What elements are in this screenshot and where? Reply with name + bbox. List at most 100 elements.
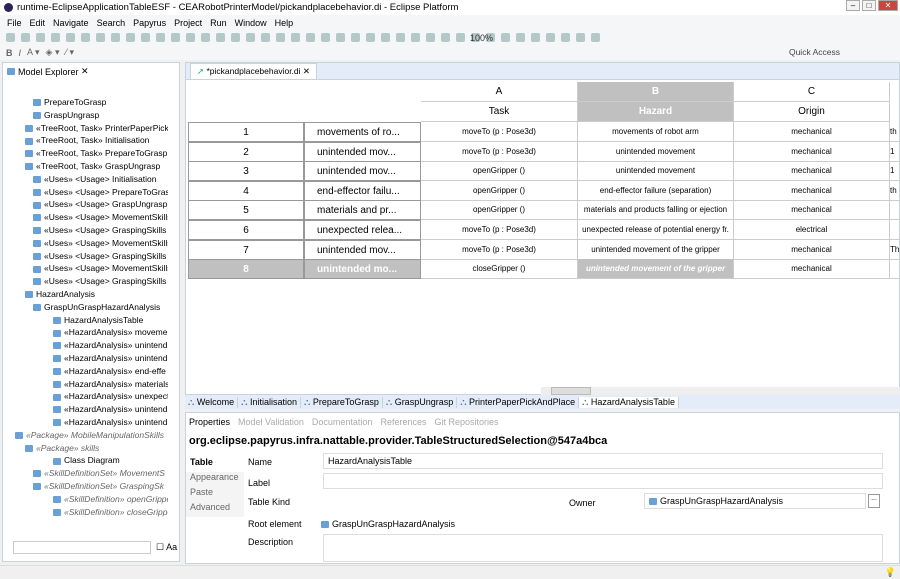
toolbar-button-icon[interactable] [201,33,210,42]
toolbar-button-icon[interactable] [126,33,135,42]
tree-item[interactable]: «HazardAnalysis» unintend [3,403,168,416]
menu-navigate[interactable]: Navigate [53,18,89,28]
tree-item[interactable]: «SkillDefinition» openGrippe [3,493,168,506]
cell-d[interactable]: 1 [890,142,900,162]
row-number[interactable]: 2 [188,141,304,162]
cell-hazard[interactable]: materials and products falling or ejecti… [578,200,734,221]
row-label[interactable]: unintended mov... [304,141,421,162]
cell-task[interactable]: moveTo (p : Pose3d) [421,122,578,142]
editor-tab-preparetograsp[interactable]: ⛬ PrepareToGrasp [301,396,383,408]
owner-field[interactable]: GraspUnGraspHazardAnalysis [644,493,866,509]
row-label[interactable]: unintended mov... [304,239,421,260]
toolbar-button-icon[interactable] [216,33,225,42]
zoom-combo[interactable]: 100% [470,33,493,43]
toolbar-button-icon[interactable] [66,33,75,42]
tree-item[interactable]: «HazardAnalysis» unintend [3,339,168,352]
toolbar-button-icon[interactable] [501,33,510,42]
bold-button[interactable]: B [6,48,13,58]
cell-d[interactable] [890,259,900,280]
toolbar-button-icon[interactable] [291,33,300,42]
tree-item[interactable]: «Uses» <Usage> MovementSkills [3,262,168,275]
toolbar-button-icon[interactable] [366,33,375,42]
toolbar-button-icon[interactable] [81,33,90,42]
toolbar-button-icon[interactable] [531,33,540,42]
toolbar-button-icon[interactable] [171,33,180,42]
editor-tab-hazardanalysistable[interactable]: ⛬ HazardAnalysisTable [579,396,679,408]
tree-item[interactable]: GraspUnGraspHazardAnalysis [3,301,168,314]
toolbar-button-icon[interactable] [141,33,150,42]
tree-item[interactable]: HazardAnalysis [3,288,168,301]
toolbar-button-icon[interactable] [111,33,120,42]
tree-item[interactable]: «HazardAnalysis» end-effe [3,365,168,378]
case-sensitive-checkbox[interactable]: ☐ Aa [156,542,177,553]
row-number[interactable]: 8 [188,259,304,280]
menu-help[interactable]: Help [275,18,294,28]
cell-hazard[interactable]: movements of robot arm [578,122,734,142]
menu-project[interactable]: Project [174,18,202,28]
cell-task[interactable]: moveTo (p : Pose3d) [421,239,578,260]
cell-origin[interactable]: electrical [734,220,890,240]
row-label[interactable]: movements of ro... [304,122,421,142]
tree-item[interactable]: «Uses» <Usage> Initialisation [3,173,168,186]
cell-d[interactable] [890,220,900,240]
view-tab-model-validation[interactable]: Model Validation [238,417,304,427]
toolbar-button-icon[interactable] [456,33,465,42]
column-header-hazard[interactable]: Hazard [578,102,734,122]
tree-item[interactable]: «SkillDefinitionSet» MovementS [3,467,168,480]
row-number[interactable]: 4 [188,180,304,201]
toolbar-button-icon[interactable] [321,33,330,42]
description-field[interactable] [323,534,883,562]
cell-origin[interactable]: mechanical [734,200,890,221]
name-field[interactable]: HazardAnalysisTable [323,453,883,469]
close-button[interactable]: ✕ [878,0,898,11]
menu-file[interactable]: File [7,18,22,28]
cell-hazard[interactable]: unintended movement [578,161,734,182]
editor-tab-initialisation[interactable]: ⛬ Initialisation [238,396,302,408]
toolbar-button-icon[interactable] [246,33,255,42]
toolbar-button-icon[interactable] [21,33,30,42]
row-number[interactable]: 7 [188,239,304,260]
cell-origin[interactable]: mechanical [734,141,890,162]
toolbar-button-icon[interactable] [561,33,570,42]
row-label[interactable]: unintended mo... [304,259,421,280]
toolbar-button-icon[interactable] [231,33,240,42]
line-color-button[interactable]: ⁄ ▾ [66,47,75,58]
tree-item[interactable]: «Uses» <Usage> GraspingSkills [3,224,168,237]
tree-item[interactable]: «TreeRoot, Task» Initialisation [3,134,168,147]
cell-hazard[interactable]: end-effector failure (separation) [578,180,734,201]
filter-input[interactable] [13,541,151,554]
tree-item[interactable]: «SkillDefinitionSet» GraspingSk [3,480,168,493]
tree-item[interactable]: «Uses» <Usage> GraspingSkills [3,275,168,288]
tree-item[interactable]: «HazardAnalysis» unexpect [3,390,168,403]
toolbar-button-icon[interactable] [576,33,585,42]
cell-origin[interactable]: mechanical [734,239,890,260]
toolbar-button-icon[interactable] [156,33,165,42]
editor-tab-welcome[interactable]: ⛬ Welcome [185,396,239,408]
toolbar-button-icon[interactable] [411,33,420,42]
menu-edit[interactable]: Edit [30,18,46,28]
view-tab-references[interactable]: References [380,417,426,427]
toolbar-button-icon[interactable] [396,33,405,42]
tree-item[interactable]: «SkillDefinition» closeGrippe [3,506,168,519]
section-tab-appearance[interactable]: Appearance [186,472,244,487]
toolbar-button-icon[interactable] [591,33,600,42]
owner-browse-button[interactable]: ... [868,494,880,508]
cell-origin[interactable]: mechanical [734,161,890,182]
tree-item[interactable]: «HazardAnalysis» moveme [3,326,168,339]
row-number[interactable]: 5 [188,200,304,221]
cell-hazard[interactable]: unexpected release of potential energy f… [578,220,734,240]
cell-hazard[interactable]: unintended movement of the gripper [578,239,734,260]
horizontal-scrollbar[interactable] [541,387,900,395]
toolbar-button-icon[interactable] [261,33,270,42]
row-label[interactable]: unintended mov... [304,161,421,182]
toolbar-button-icon[interactable] [6,33,15,42]
cell-task[interactable]: openGripper () [421,180,578,201]
italic-button[interactable]: I [19,48,22,58]
tree-item[interactable]: «TreeRoot, Task» GraspUngrasp [3,160,168,173]
cell-d[interactable]: th [890,181,900,201]
toolbar-button-icon[interactable] [186,33,195,42]
fill-color-button[interactable]: ◈ ▾ [46,47,60,58]
cell-hazard[interactable]: unintended movement [578,141,734,162]
cell-task[interactable]: closeGripper () [421,259,578,280]
tree-item[interactable]: «Uses» <Usage> GraspingSkills [3,250,168,263]
